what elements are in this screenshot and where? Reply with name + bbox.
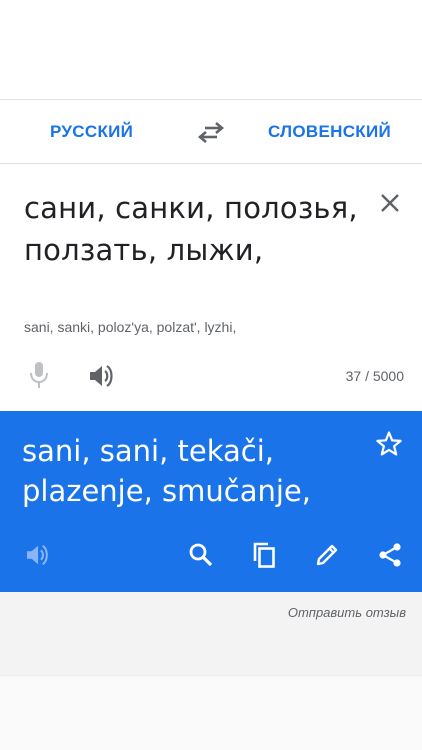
- language-bar: РУССКИЙ СЛОВЕНСКИЙ: [0, 100, 422, 164]
- close-icon: [381, 194, 399, 212]
- translation-card: sani, sani, tekači, plazenje, smučanje,: [0, 411, 422, 592]
- share-button[interactable]: [376, 541, 404, 569]
- speaker-icon: [90, 365, 113, 387]
- save-translation-button[interactable]: [375, 430, 403, 458]
- swap-languages-button[interactable]: [196, 118, 226, 146]
- translation-listen-button[interactable]: [25, 541, 53, 569]
- character-count: 37 / 5000: [345, 368, 404, 384]
- send-feedback-link[interactable]: Отправить отзыв: [288, 605, 406, 620]
- edit-button[interactable]: [313, 541, 341, 569]
- target-language-button[interactable]: СЛОВЕНСКИЙ: [268, 100, 391, 164]
- search-icon: [189, 543, 213, 567]
- copy-button[interactable]: [250, 541, 278, 569]
- transliteration-text: sani, sanki, poloz'ya, polzat', lyzhi,: [24, 319, 237, 335]
- microphone-button[interactable]: [28, 361, 50, 389]
- lower-panel: Отправить отзыв: [0, 592, 422, 750]
- source-language-button[interactable]: РУССКИЙ: [50, 100, 133, 164]
- top-header-area: [0, 0, 422, 100]
- bottom-strip: [0, 675, 422, 750]
- search-button[interactable]: [187, 541, 215, 569]
- copy-icon: [253, 542, 275, 568]
- source-text-input[interactable]: сани, санки, полозья, ползать, лыжи,: [24, 187, 364, 271]
- edit-pencil-icon: [316, 544, 338, 566]
- clear-input-button[interactable]: [378, 191, 402, 215]
- share-icon: [379, 543, 401, 567]
- swap-arrows-icon: [197, 122, 225, 143]
- source-input-panel: сани, санки, полозья, ползать, лыжи, san…: [0, 165, 422, 410]
- source-listen-button[interactable]: [88, 363, 118, 389]
- star-icon: [376, 431, 402, 456]
- speaker-icon: [27, 544, 48, 566]
- microphone-icon: [30, 362, 48, 388]
- translation-text: sani, sani, tekači, plazenje, smučanje,: [22, 434, 311, 508]
